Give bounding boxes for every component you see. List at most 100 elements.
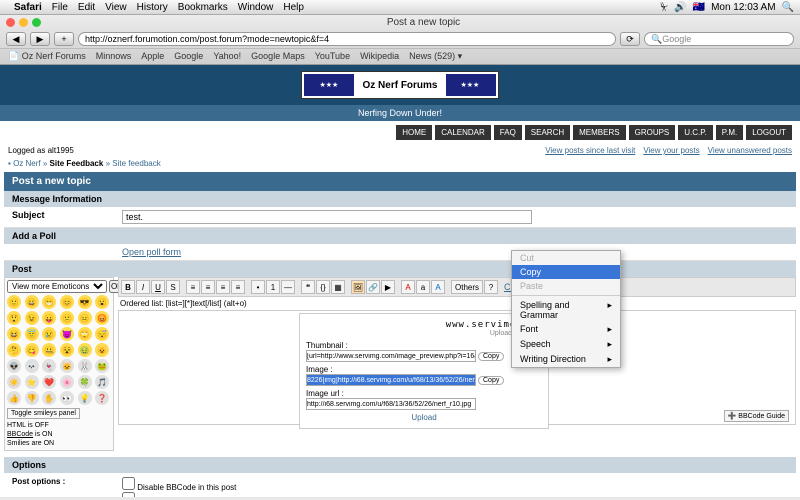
smiley-icon[interactable]: 😎 <box>78 295 92 309</box>
nav-calendar[interactable]: CALENDAR <box>435 125 491 140</box>
smiley-icon[interactable]: 🎵 <box>95 375 109 389</box>
bookmark-item[interactable]: YouTube <box>315 51 350 62</box>
menu-file[interactable]: File <box>52 2 68 13</box>
strike-button[interactable]: S <box>166 280 180 294</box>
smiley-icon[interactable]: 🙂 <box>7 295 21 309</box>
menu-help[interactable]: Help <box>283 2 304 13</box>
image-url-input[interactable] <box>306 398 476 410</box>
align-left-button[interactable]: ≡ <box>186 280 200 294</box>
smiley-icon[interactable]: 🙄 <box>78 327 92 341</box>
window-controls[interactable] <box>0 15 47 30</box>
ctx-font[interactable]: Font▸ <box>512 322 620 337</box>
copy-image-button[interactable]: Copy <box>478 376 504 385</box>
upload-link[interactable]: Upload <box>306 413 542 422</box>
video-button[interactable]: ▶ <box>381 280 395 294</box>
table-button[interactable]: ▦ <box>331 280 345 294</box>
italic-button[interactable]: I <box>136 280 150 294</box>
smiley-icon[interactable]: 🐱 <box>60 359 74 373</box>
smiley-icon[interactable]: 👽 <box>7 359 21 373</box>
nav-home[interactable]: HOME <box>396 125 432 140</box>
smiley-icon[interactable]: 😈 <box>60 327 74 341</box>
bookmark-item[interactable]: Google Maps <box>251 51 305 62</box>
smileys-toggle[interactable]: Toggle smileys panel <box>7 408 80 419</box>
smiley-icon[interactable]: 😆 <box>7 327 21 341</box>
menu-view[interactable]: View <box>105 2 127 13</box>
smiley-icon[interactable]: 😉 <box>25 311 39 325</box>
bookmark-item[interactable]: Apple <box>141 51 164 62</box>
nav-logout[interactable]: LOGOUT <box>746 125 792 140</box>
smiley-icon[interactable]: 😊 <box>60 295 74 309</box>
underline-button[interactable]: U <box>151 280 165 294</box>
smiley-icon[interactable]: 😐 <box>78 311 92 325</box>
quote-button[interactable]: ❝ <box>301 280 315 294</box>
clock[interactable]: Mon 12:03 AM <box>711 2 775 13</box>
open-poll-link[interactable]: Open poll form <box>122 247 181 257</box>
list-ul-button[interactable]: • <box>251 280 265 294</box>
smiley-icon[interactable]: 😕 <box>60 311 74 325</box>
smiley-icon[interactable]: 😮 <box>95 295 109 309</box>
link-button[interactable]: 🔗 <box>366 280 380 294</box>
opt-disable-bbcode[interactable]: Disable BBCode in this post <box>122 477 788 492</box>
menu-history[interactable]: History <box>137 2 168 13</box>
code-button[interactable]: {} <box>316 280 330 294</box>
link-since-last[interactable]: View posts since last visit <box>545 146 635 155</box>
bookmark-item[interactable]: Google <box>174 51 203 62</box>
smiley-icon[interactable]: 🤔 <box>7 343 21 357</box>
smiley-icon[interactable]: 👍 <box>7 391 21 405</box>
nav-ucp[interactable]: U.C.P. <box>678 125 713 140</box>
message-textarea[interactable]: www.servimg.com Upload your files Thumbn… <box>118 310 796 425</box>
smiley-icon[interactable]: 😲 <box>7 311 21 325</box>
smiley-icon[interactable]: 😛 <box>42 311 56 325</box>
subject-input[interactable] <box>122 210 532 224</box>
others-button[interactable]: Others <box>451 280 483 294</box>
flag-icon[interactable]: 🇦🇺 <box>693 2 705 13</box>
nav-members[interactable]: MEMBERS <box>573 125 625 140</box>
smiley-icon[interactable]: 😡 <box>95 311 109 325</box>
crumb-home[interactable]: Oz Nerf <box>13 159 41 168</box>
smiley-icon[interactable]: 😴 <box>95 327 109 341</box>
smiley-icon[interactable]: 💀 <box>25 359 39 373</box>
wifi-icon[interactable]: ⏧ <box>660 2 668 13</box>
smiley-icon[interactable]: ✋ <box>42 391 56 405</box>
smiley-icon[interactable]: 🤢 <box>78 343 92 357</box>
menu-edit[interactable]: Edit <box>78 2 95 13</box>
smiley-icon[interactable]: 🐸 <box>95 359 109 373</box>
smiley-icon[interactable]: 🍀 <box>78 375 92 389</box>
back-button[interactable]: ◀ <box>6 32 26 46</box>
align-center-button[interactable]: ≡ <box>201 280 215 294</box>
align-right-button[interactable]: ≡ <box>216 280 230 294</box>
smiley-icon[interactable]: 😢 <box>42 327 56 341</box>
smiley-icon[interactable]: 😵 <box>60 343 74 357</box>
smiley-icon[interactable]: 😀 <box>25 295 39 309</box>
menu-bookmarks[interactable]: Bookmarks <box>178 2 228 13</box>
forward-button[interactable]: ▶ <box>30 32 50 46</box>
hr-button[interactable]: — <box>281 280 295 294</box>
nav-pm[interactable]: P.M. <box>716 125 743 140</box>
link-your-posts[interactable]: View your posts <box>643 146 699 155</box>
smiley-icon[interactable]: ⭐ <box>25 375 39 389</box>
smiley-icon[interactable]: 😺 <box>95 343 109 357</box>
bbcode-guide-button[interactable]: ➕ BBCode Guide <box>724 410 789 422</box>
ctx-spelling[interactable]: Spelling and Grammar▸ <box>512 298 620 322</box>
font-button[interactable]: A <box>401 280 415 294</box>
smiley-icon[interactable]: ☀️ <box>7 375 21 389</box>
bookmark-item[interactable]: Wikipedia <box>360 51 399 62</box>
volume-icon[interactable]: 🔊 <box>674 2 686 13</box>
link-unanswered[interactable]: View unanswered posts <box>708 146 792 155</box>
color-button[interactable]: A <box>431 280 445 294</box>
add-bookmark-button[interactable]: + <box>54 32 74 46</box>
ctx-copy[interactable]: Copy <box>512 265 620 279</box>
list-ol-button[interactable]: 1 <box>266 280 280 294</box>
smileys-dropdown[interactable]: View more Emoticons <box>7 280 107 293</box>
app-menu[interactable]: Safari <box>14 2 42 13</box>
bookmark-item[interactable]: Yahoo! <box>213 51 241 62</box>
ctx-writing-direction[interactable]: Writing Direction▸ <box>512 352 620 367</box>
smiley-icon[interactable]: ❓ <box>95 391 109 405</box>
image-input[interactable] <box>306 374 476 386</box>
bookmark-item[interactable]: Minnows <box>96 51 132 62</box>
crumb-forum[interactable]: Site feedback <box>112 159 160 168</box>
crumb-section[interactable]: Site Feedback <box>50 159 104 168</box>
bold-button[interactable]: B <box>121 280 135 294</box>
url-bar[interactable]: http://oznerf.forumotion.com/post.forum?… <box>78 32 616 46</box>
help-button[interactable]: ? <box>484 280 498 294</box>
